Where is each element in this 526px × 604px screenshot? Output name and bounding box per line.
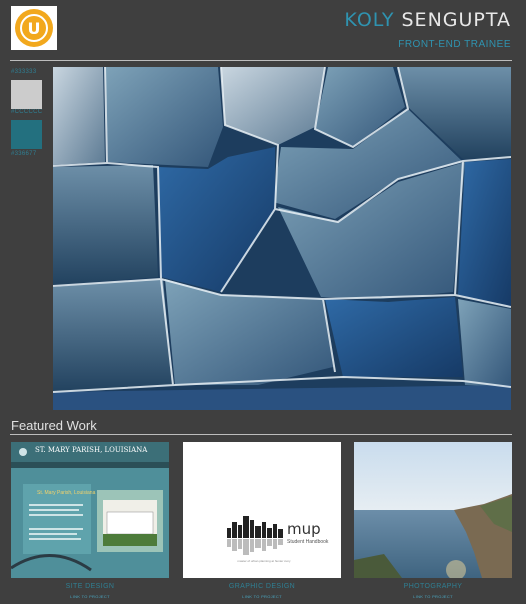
swatch-label-1: #333333: [11, 69, 37, 75]
swatch-label-2: #CCCCCC: [11, 109, 43, 115]
site-design-thumbnail[interactable]: ST. MARY PARISH, LOUISIANA St. Mary Pari…: [11, 442, 169, 578]
photography-link[interactable]: LINK TO PROJECT: [354, 594, 512, 599]
site-design-label: SITE DESIGN: [65, 583, 115, 590]
hero-image: [53, 67, 511, 410]
stone-wall-image: [53, 67, 511, 410]
site-design-image: [11, 442, 169, 578]
logo[interactable]: U: [11, 6, 57, 50]
graphic-design-brand: mup: [287, 520, 321, 538]
graphic-design-subtitle: Student Handbook: [287, 539, 329, 545]
swatch-label-3: #336677: [11, 151, 37, 157]
graphic-design-image: [183, 442, 341, 578]
site-design-heading: St. Mary Parish, Louisiana: [37, 490, 96, 496]
logo-ring-icon: U: [15, 9, 53, 47]
swatch-light-gray: [11, 80, 42, 109]
swatch-teal: [11, 120, 42, 149]
logo-letter: U: [20, 14, 48, 42]
name-first: KOLY: [344, 9, 395, 31]
photography-thumbnail[interactable]: [354, 442, 512, 578]
graphic-design-thumbnail[interactable]: mup Student Handbook master of urban pla…: [183, 442, 341, 578]
featured-work-title: Featured Work: [11, 418, 97, 433]
coastline-photo: [354, 442, 512, 578]
graphic-design-link[interactable]: LINK TO PROJECT: [183, 594, 341, 599]
graphic-design-caption: master of urban planning at hunter cuny: [237, 559, 291, 563]
featured-divider: [10, 434, 512, 435]
site-name: KOLY SENGUPTA: [344, 9, 511, 31]
graphic-design-label: GRAPHIC DESIGN: [228, 583, 296, 590]
role-title: FRONT-END TRAINEE: [398, 39, 511, 50]
name-last: SENGUPTA: [401, 9, 511, 31]
site-design-banner: ST. MARY PARISH, LOUISIANA: [35, 446, 148, 454]
photography-label: PHOTOGRAPHY: [403, 583, 463, 590]
header-divider: [10, 60, 512, 61]
site-design-link[interactable]: LINK TO PROJECT: [11, 594, 169, 599]
